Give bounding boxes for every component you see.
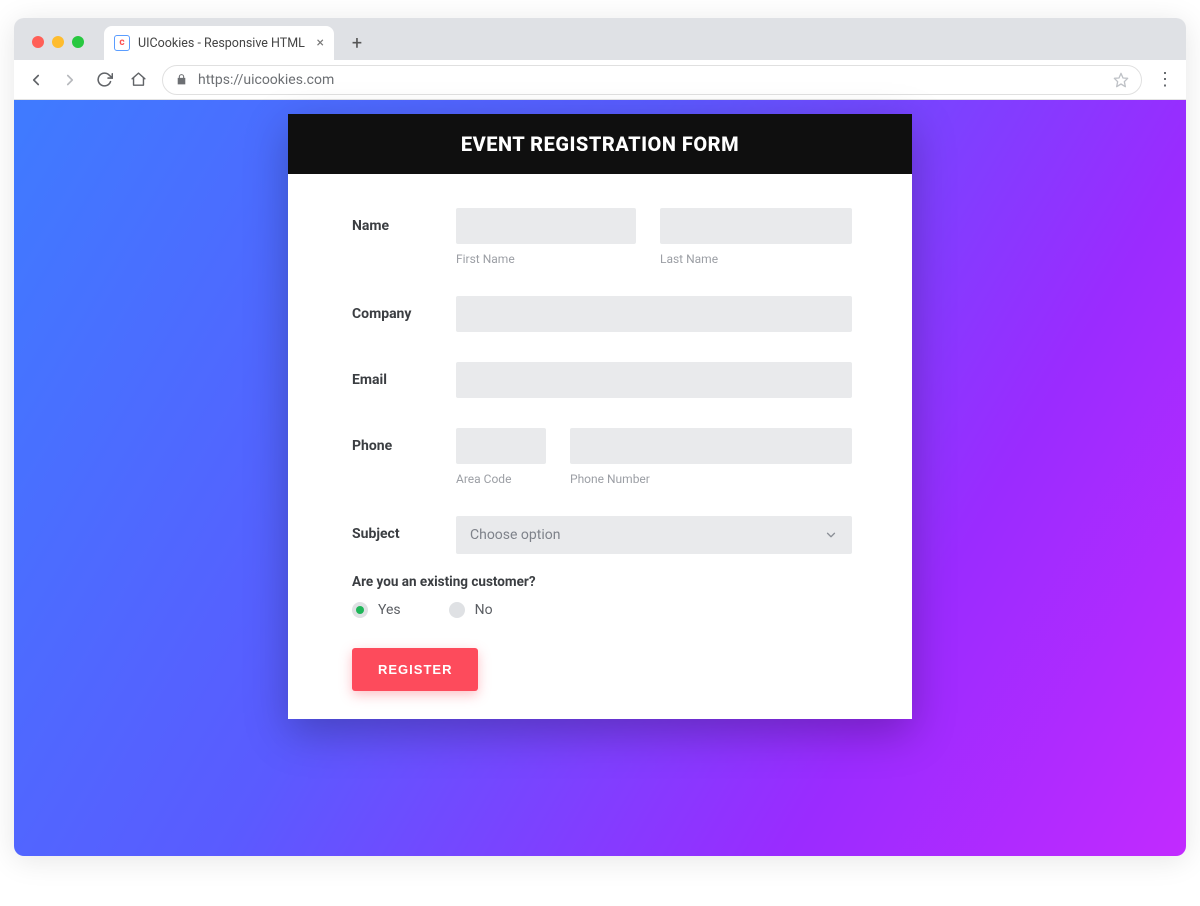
back-button[interactable] (26, 70, 46, 90)
window-minimize-button[interactable] (52, 36, 64, 48)
window-zoom-button[interactable] (72, 36, 84, 48)
browser-toolbar: https://uicookies.com ⋮ (14, 60, 1186, 100)
browser-tab-bar: c UICookies - Responsive HTML × + (14, 18, 1186, 60)
register-button[interactable]: REGISTER (352, 648, 478, 691)
radio-no-label: No (475, 602, 493, 618)
radio-yes-indicator (352, 602, 368, 618)
first-name-input[interactable] (456, 208, 636, 244)
hint-first-name: First Name (456, 252, 636, 266)
radio-yes-label: Yes (378, 602, 401, 618)
chevron-down-icon (824, 528, 838, 542)
window-controls (26, 36, 92, 60)
address-bar[interactable]: https://uicookies.com (162, 65, 1142, 95)
radio-yes[interactable]: Yes (352, 602, 401, 618)
radio-no[interactable]: No (449, 602, 493, 618)
subject-select[interactable]: Choose option (456, 516, 852, 554)
tab-title: UICookies - Responsive HTML (138, 36, 305, 51)
form-body: Name First Name Last Name Comp (288, 174, 912, 719)
browser-window: c UICookies - Responsive HTML × + https:… (14, 18, 1186, 856)
forward-button[interactable] (60, 70, 80, 90)
label-phone: Phone (352, 428, 456, 454)
label-name: Name (352, 208, 456, 234)
home-button[interactable] (128, 70, 148, 90)
browser-menu-button[interactable]: ⋮ (1156, 71, 1174, 89)
last-name-input[interactable] (660, 208, 852, 244)
label-subject: Subject (352, 516, 456, 542)
label-company: Company (352, 296, 456, 322)
existing-customer-question: Are you an existing customer? (352, 574, 852, 590)
area-code-input[interactable] (456, 428, 546, 464)
subject-selected-text: Choose option (470, 527, 560, 543)
existing-customer-radios: Yes No (352, 602, 852, 618)
form-title: EVENT REGISTRATION FORM (300, 132, 900, 156)
label-email: Email (352, 362, 456, 388)
lock-icon (175, 73, 188, 86)
registration-form-card: EVENT REGISTRATION FORM Name First Name … (288, 114, 912, 719)
form-header: EVENT REGISTRATION FORM (288, 114, 912, 174)
row-subject: Subject Choose option (352, 516, 852, 554)
tab-close-icon[interactable]: × (317, 35, 324, 51)
hint-area-code: Area Code (456, 472, 546, 486)
page-viewport: EVENT REGISTRATION FORM Name First Name … (14, 100, 1186, 856)
hint-phone-number: Phone Number (570, 472, 852, 486)
radio-no-indicator (449, 602, 465, 618)
bookmark-star-icon[interactable] (1113, 72, 1129, 88)
row-name: Name First Name Last Name (352, 208, 852, 266)
tab-favicon-icon: c (114, 35, 130, 51)
company-input[interactable] (456, 296, 852, 332)
window-close-button[interactable] (32, 36, 44, 48)
phone-number-input[interactable] (570, 428, 852, 464)
new-tab-button[interactable]: + (342, 28, 372, 58)
reload-button[interactable] (94, 70, 114, 90)
row-phone: Phone Area Code Phone Number (352, 428, 852, 486)
row-email: Email (352, 362, 852, 398)
url-text: https://uicookies.com (198, 72, 334, 88)
browser-tab[interactable]: c UICookies - Responsive HTML × (104, 26, 334, 60)
hint-last-name: Last Name (660, 252, 852, 266)
row-company: Company (352, 296, 852, 332)
email-input[interactable] (456, 362, 852, 398)
